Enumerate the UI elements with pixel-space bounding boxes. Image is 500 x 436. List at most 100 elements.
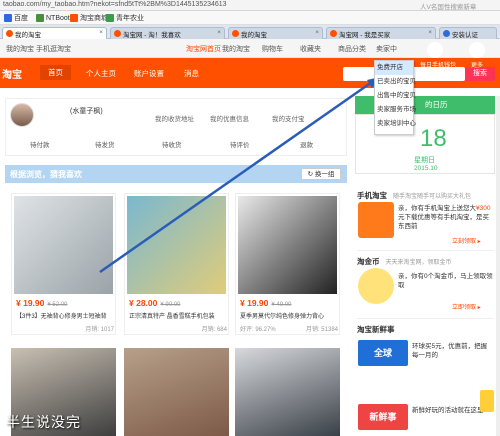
topnav-home[interactable]: 淘宝网首页 <box>186 44 221 54</box>
folder-icon <box>106 14 114 22</box>
divider <box>357 250 493 251</box>
topnav-my-taobao-link[interactable]: 我的淘宝 <box>222 44 250 54</box>
nav-home[interactable]: 首页 <box>40 65 71 80</box>
scrollbar[interactable] <box>496 96 500 436</box>
screenshot-icon[interactable] <box>480 390 494 412</box>
seller-dropdown: 免费开店 已卖出的宝贝 出售中的宝贝 卖家服务市场 卖家培训中心 <box>374 60 416 135</box>
tab-buyer[interactable]: 淘宝网 - 我是买家 × <box>326 27 436 39</box>
close-icon[interactable]: × <box>99 29 103 36</box>
divider <box>357 318 493 319</box>
coin-section-title: 淘金币 天天来淘宝网，领取金币 <box>357 257 452 266</box>
recommend-title: 根据浏览，猜我喜欢 <box>10 170 82 179</box>
topnav-favorites[interactable]: 收藏夹 <box>300 44 321 54</box>
wallet-button[interactable]: 每日手机钱包 <box>420 42 456 72</box>
topnav-my-taobao[interactable]: 我的淘宝 <box>6 44 34 54</box>
mobile-section-title: 手机淘宝 随手淘宝随手可以购买大礼包 <box>357 191 472 200</box>
stat-to-review[interactable]: 待评价 <box>230 139 250 149</box>
product-title[interactable]: 【3件3】无袖背心修身男士短袖背 <box>16 311 114 320</box>
shield-icon <box>443 30 450 37</box>
product-title[interactable]: 夏季男莫代尔纯色修身弹力背心 <box>240 311 338 320</box>
menu-item-training[interactable]: 卖家培训中心 <box>375 117 416 131</box>
favorite-taobao-mall[interactable]: 淘宝商城 <box>70 13 108 23</box>
product-card[interactable]: ¥ 19.90 ¥ 52.00 【3件3】无袖背心修身男士短袖背 月销: 1017 <box>11 193 116 335</box>
product-card[interactable]: ¥ 28.00 ¥ 90.00 正宗清真特产 晶香雪糕手机包装 月销: 684 <box>124 193 229 335</box>
tab-install-cert[interactable]: 安装认证 <box>439 27 497 39</box>
close-icon[interactable]: × <box>428 29 432 36</box>
topnav-seller[interactable]: 卖家中 <box>376 44 397 54</box>
stat-to-pay[interactable]: 待付款 <box>30 139 50 149</box>
menu-item-on-sale[interactable]: 出售中的宝贝 <box>375 89 416 103</box>
taobao-app-icon[interactable] <box>358 202 394 238</box>
favorite-baidu[interactable]: 百度 <box>4 13 28 23</box>
close-icon[interactable]: × <box>217 29 221 36</box>
topnav-categories[interactable]: 商品分类 <box>338 44 366 54</box>
ntboot-icon <box>36 14 44 22</box>
stat-refund[interactable]: 退款 <box>300 139 313 149</box>
close-icon[interactable]: × <box>315 29 319 36</box>
product-sales: 月销: 51384 <box>305 327 338 333</box>
watermark: 半生说没完 <box>6 414 81 430</box>
product-sales: 月销: 1017 <box>85 327 114 333</box>
calendar-day: 18 <box>420 125 447 152</box>
tab-my-taobao[interactable]: 我的淘宝 × <box>2 27 107 39</box>
taobao-icon <box>70 14 78 22</box>
old-price: ¥ 90.00 <box>160 302 181 308</box>
product-card[interactable]: ¥ 19.90 ¥ 49.00 夏季男莫代尔纯色修身弹力背心 好评: 96.27%… <box>235 193 340 335</box>
topnav-mobile[interactable]: 手机逛淘宝 <box>36 44 71 54</box>
product-image[interactable] <box>127 196 226 294</box>
nav-messages[interactable]: 消息 <box>184 68 199 79</box>
special-text[interactable]: 环球买5元，优惠前，把握每一月的 <box>412 342 492 360</box>
product-price: ¥ 19.90 ¥ 52.00 <box>16 298 68 308</box>
product-image-row2[interactable] <box>235 348 340 436</box>
menu-item-sold[interactable]: 已卖出的宝贝 <box>375 75 416 89</box>
product-image[interactable] <box>14 196 113 294</box>
favorite-youth[interactable]: 青年农业 <box>106 13 144 23</box>
baidu-icon <box>4 14 12 22</box>
taobao-icon <box>6 30 13 37</box>
favorite-ntboot[interactable]: NTBoot <box>36 13 70 23</box>
taobao-icon <box>232 30 239 37</box>
url-text[interactable]: taobao.com/my_taobao.htm?nekot=sfnd5tTt%… <box>3 1 227 8</box>
product-title[interactable]: 正宗清真特产 晶香雪糕手机包装 <box>129 311 227 320</box>
product-image[interactable] <box>238 196 337 294</box>
username[interactable]: (水童子枫) <box>70 106 103 116</box>
menu-item-service-market[interactable]: 卖家服务市场 <box>375 103 416 117</box>
product-rating: 好评: 96.27% <box>240 327 276 333</box>
address-link[interactable]: 我的收货地址 <box>155 113 194 123</box>
stat-to-receive[interactable]: 待收货 <box>162 139 182 149</box>
coupon-link[interactable]: 我的优惠信息 <box>210 113 249 123</box>
taobao-icon <box>330 30 337 37</box>
coin-icon[interactable] <box>358 268 394 304</box>
nav-account[interactable]: 账户设置 <box>134 68 164 79</box>
calendar-weekday: 星期日 <box>414 157 435 164</box>
grid-icon <box>469 42 485 58</box>
extension-hint: 人V名国性搜索新章 <box>420 4 477 11</box>
menu-item-open-shop[interactable]: 免费开店 <box>375 61 413 75</box>
old-price: ¥ 52.00 <box>47 302 68 308</box>
taobao-logo[interactable]: 淘宝 <box>2 66 22 81</box>
coin-claim-link[interactable]: 立即领取 ▸ <box>452 302 481 311</box>
favorites-bar: 百度 NTBoot 淘宝商城 青年农业 <box>0 11 500 25</box>
product-sales: 月销: 684 <box>201 327 227 333</box>
tab-bar: 我的淘宝 × 淘宝网 - 淘！我喜欢 × 我的淘宝 × 淘宝网 - 我是买家 × 安装认… <box>0 25 500 39</box>
refresh-button[interactable]: ↻ 换一组 <box>301 168 341 180</box>
nav-profile[interactable]: 个人主页 <box>86 68 116 79</box>
special-banner[interactable]: 新鲜事 <box>358 404 408 430</box>
product-price: ¥ 28.00 ¥ 90.00 <box>129 298 181 308</box>
specials-section-title: 淘宝新鲜事 <box>357 325 395 334</box>
calendar-date: 2015.10 <box>414 165 438 172</box>
wallet-icon <box>427 42 443 58</box>
topnav-cart[interactable]: 购物车 <box>262 44 283 54</box>
product-price: ¥ 19.90 ¥ 49.00 <box>240 298 292 308</box>
tab-taobao-like[interactable]: 淘宝网 - 淘！我喜欢 × <box>110 27 225 39</box>
avatar[interactable] <box>10 103 34 127</box>
stat-to-ship[interactable]: 待发货 <box>95 139 115 149</box>
product-image-row2[interactable] <box>124 348 229 436</box>
tab-my-taobao-2[interactable]: 我的淘宝 × <box>228 27 323 39</box>
old-price: ¥ 49.00 <box>271 302 292 308</box>
more-button[interactable]: 更多 <box>462 42 492 72</box>
mobile-claim-link[interactable]: 立刻领取 ▸ <box>452 236 481 245</box>
alipay-link[interactable]: 我的支付宝 <box>272 113 305 123</box>
special-banner[interactable]: 全球 <box>358 340 408 366</box>
address-bar[interactable]: taobao.com/my_taobao.htm?nekot=sfnd5tTt%… <box>0 0 500 11</box>
